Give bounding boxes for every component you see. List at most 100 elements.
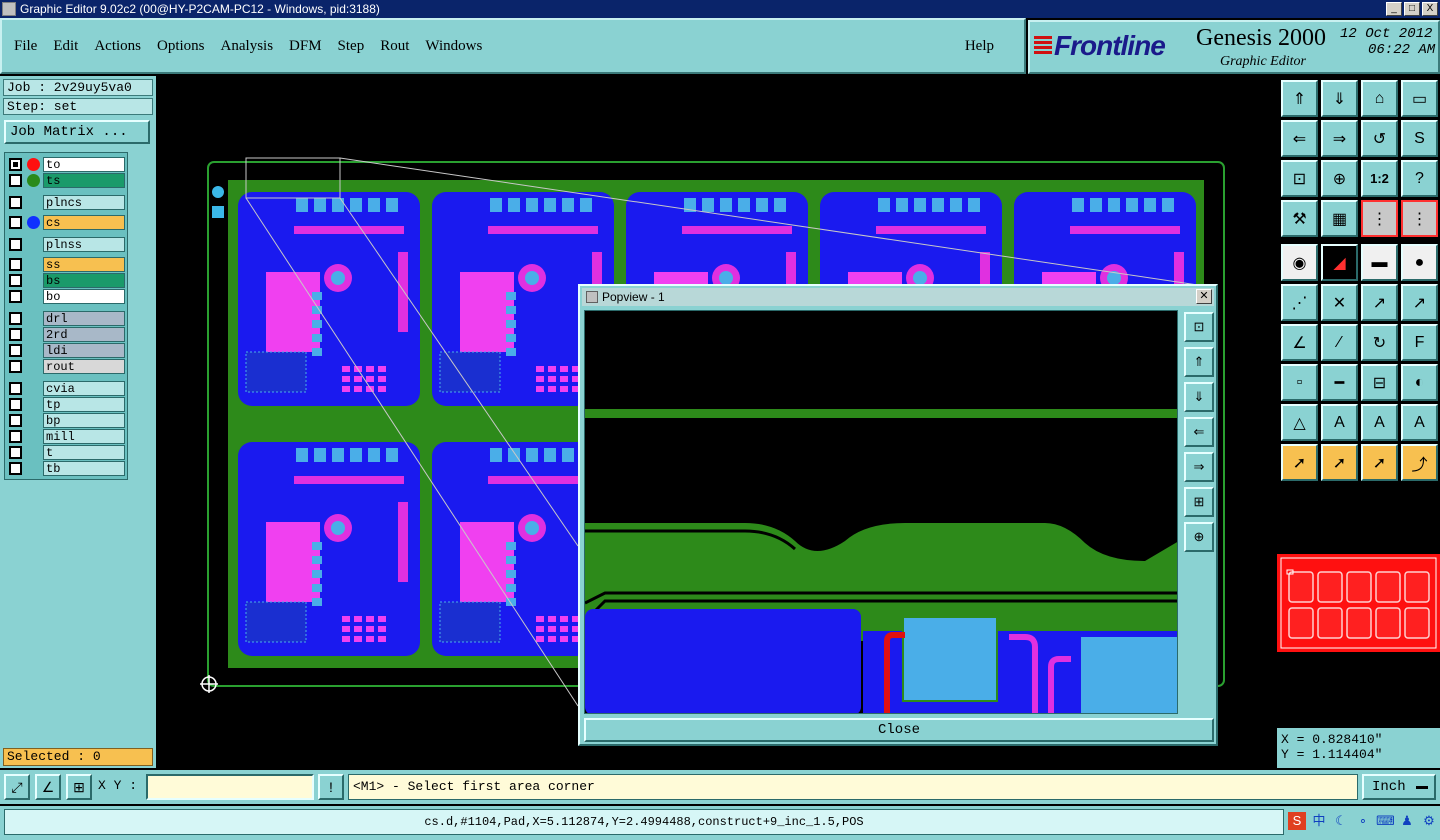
menu-actions[interactable]: Actions: [94, 38, 141, 55]
pv-view-top-icon[interactable]: ⇑: [1184, 347, 1214, 377]
slash-icon[interactable]: ∕: [1321, 324, 1358, 361]
layer-checkbox[interactable]: [9, 238, 22, 251]
layer-checkbox[interactable]: [9, 398, 22, 411]
popview-titlebar[interactable]: Popview - 1 ✕: [582, 288, 1214, 306]
help-icon[interactable]: ?: [1401, 160, 1438, 197]
layer-row-rout[interactable]: rout: [7, 359, 127, 374]
pv-zoom-fit-icon[interactable]: ⊕: [1184, 522, 1214, 552]
route-icon[interactable]: ⤴: [1401, 444, 1438, 481]
punctuation-icon[interactable]: ∘: [1354, 812, 1372, 830]
add-arc-2-icon[interactable]: ↗: [1401, 284, 1438, 321]
pv-view-bottom-icon[interactable]: ⇓: [1184, 382, 1214, 412]
angle-icon[interactable]: ∠: [1281, 324, 1318, 361]
measure-icon[interactable]: ∠: [35, 774, 61, 800]
layer-red-2-icon[interactable]: ⋮: [1401, 200, 1438, 237]
user-icon[interactable]: ♟: [1398, 812, 1416, 830]
layer-row-bp[interactable]: bp: [7, 413, 127, 428]
minus-icon[interactable]: ━: [1321, 364, 1358, 401]
popview-close-x-button[interactable]: ✕: [1196, 289, 1212, 304]
layer-row-bs[interactable]: bs: [7, 273, 127, 288]
a-icon[interactable]: A: [1321, 404, 1358, 441]
layer-checkbox[interactable]: [9, 344, 22, 357]
menu-step[interactable]: Step: [338, 38, 365, 55]
rotate-icon[interactable]: ↻: [1361, 324, 1398, 361]
pv-pan-left-icon[interactable]: ⇐: [1184, 417, 1214, 447]
layer-checkbox[interactable]: [9, 174, 22, 187]
menu-file[interactable]: File: [14, 38, 37, 55]
layer-row-t[interactable]: t: [7, 445, 127, 460]
layer-checkbox[interactable]: [9, 274, 22, 287]
layer-row-2rd[interactable]: 2rd: [7, 327, 127, 342]
cross-icon[interactable]: ✕: [1321, 284, 1358, 321]
layer-row-cs[interactable]: cs: [7, 215, 127, 230]
unit-select[interactable]: Inch: [1362, 774, 1436, 800]
a-outline-icon[interactable]: A: [1361, 404, 1398, 441]
menu-rout[interactable]: Rout: [380, 38, 409, 55]
pointer-box-icon[interactable]: ➚: [1321, 444, 1358, 481]
node-icon[interactable]: ⋰: [1281, 284, 1318, 321]
layer-checkbox[interactable]: [9, 360, 22, 373]
menu-options[interactable]: Options: [157, 38, 205, 55]
layer-checkbox[interactable]: [9, 462, 22, 475]
menu-edit[interactable]: Edit: [53, 38, 78, 55]
house-icon[interactable]: ⌂: [1361, 80, 1398, 117]
overview-minimap[interactable]: [1277, 486, 1440, 726]
alert-icon[interactable]: !: [318, 774, 344, 800]
layer-row-ss[interactable]: ss: [7, 257, 127, 272]
layer-checkbox[interactable]: [9, 312, 22, 325]
text-f-icon[interactable]: F: [1401, 324, 1438, 361]
pan-right-icon[interactable]: ⇒: [1321, 120, 1358, 157]
a-cross-icon[interactable]: A: [1401, 404, 1438, 441]
add-pad-icon[interactable]: ◉: [1281, 244, 1318, 281]
circle-select-icon[interactable]: ●: [1401, 244, 1438, 281]
add-line-icon[interactable]: ◢: [1321, 244, 1358, 281]
layer-row-ts[interactable]: ts: [7, 173, 127, 188]
keyboard-icon[interactable]: ⌨: [1376, 812, 1395, 830]
close-window-button[interactable]: X: [1422, 2, 1438, 16]
popview-canvas[interactable]: [584, 310, 1178, 714]
pointer-icon[interactable]: ➚: [1281, 444, 1318, 481]
pointer-box-2-icon[interactable]: ➚: [1361, 444, 1398, 481]
layer-row-tp[interactable]: tp: [7, 397, 127, 412]
layer-checkbox[interactable]: [9, 158, 22, 171]
scale-icon[interactable]: 1:2: [1361, 160, 1398, 197]
layer-row-tb[interactable]: tb: [7, 461, 127, 476]
zoom-fit-icon[interactable]: ⊕: [1321, 160, 1358, 197]
layer-row-mill[interactable]: mill: [7, 429, 127, 444]
triangle-icon[interactable]: △: [1281, 404, 1318, 441]
layer-checkbox[interactable]: [9, 328, 22, 341]
pan-left-icon[interactable]: ⇐: [1281, 120, 1318, 157]
menu-analysis[interactable]: Analysis: [221, 38, 274, 55]
layer-list-scrollbar[interactable]: [130, 152, 154, 480]
xy-input[interactable]: [146, 774, 314, 800]
layer-checkbox[interactable]: [9, 414, 22, 427]
layer-checkbox[interactable]: [9, 196, 22, 209]
layer-checkbox[interactable]: [9, 382, 22, 395]
layer-row-ldi[interactable]: ldi: [7, 343, 127, 358]
measure-icon[interactable]: ⊟: [1361, 364, 1398, 401]
view-top-icon[interactable]: ⇓: [1321, 80, 1358, 117]
ime-s-icon[interactable]: S: [1288, 812, 1306, 830]
fit-all-icon[interactable]: ⊡: [1281, 160, 1318, 197]
pv-zoom-home-icon[interactable]: ⊡: [1184, 312, 1214, 342]
ime-chinese-icon[interactable]: 中: [1310, 812, 1328, 830]
zoom-area-icon[interactable]: ⤢: [4, 774, 30, 800]
menu-help[interactable]: Help: [965, 38, 994, 55]
layer-row-plncs[interactable]: plncs: [7, 195, 127, 210]
settings-icon[interactable]: ⚙: [1420, 812, 1438, 830]
grid-icon[interactable]: ▦: [1321, 200, 1358, 237]
menu-windows[interactable]: Windows: [425, 38, 482, 55]
pv-fit-all-icon[interactable]: ⊞: [1184, 487, 1214, 517]
move-icon[interactable]: ▫: [1281, 364, 1318, 401]
flip-icon[interactable]: ↺: [1361, 120, 1398, 157]
menu-dfm[interactable]: DFM: [289, 38, 322, 55]
pv-pan-right-icon[interactable]: ⇒: [1184, 452, 1214, 482]
ruler-icon[interactable]: ▬: [1361, 244, 1398, 281]
ruler-tool-icon[interactable]: ⚒: [1281, 200, 1318, 237]
layer-checkbox[interactable]: [9, 430, 22, 443]
job-matrix-button[interactable]: Job Matrix ...: [4, 120, 150, 144]
layer-row-to[interactable]: to: [7, 157, 127, 172]
layer-checkbox[interactable]: [9, 216, 22, 229]
shapes-icon[interactable]: ◐: [1401, 364, 1438, 401]
minimize-button[interactable]: _: [1386, 2, 1402, 16]
